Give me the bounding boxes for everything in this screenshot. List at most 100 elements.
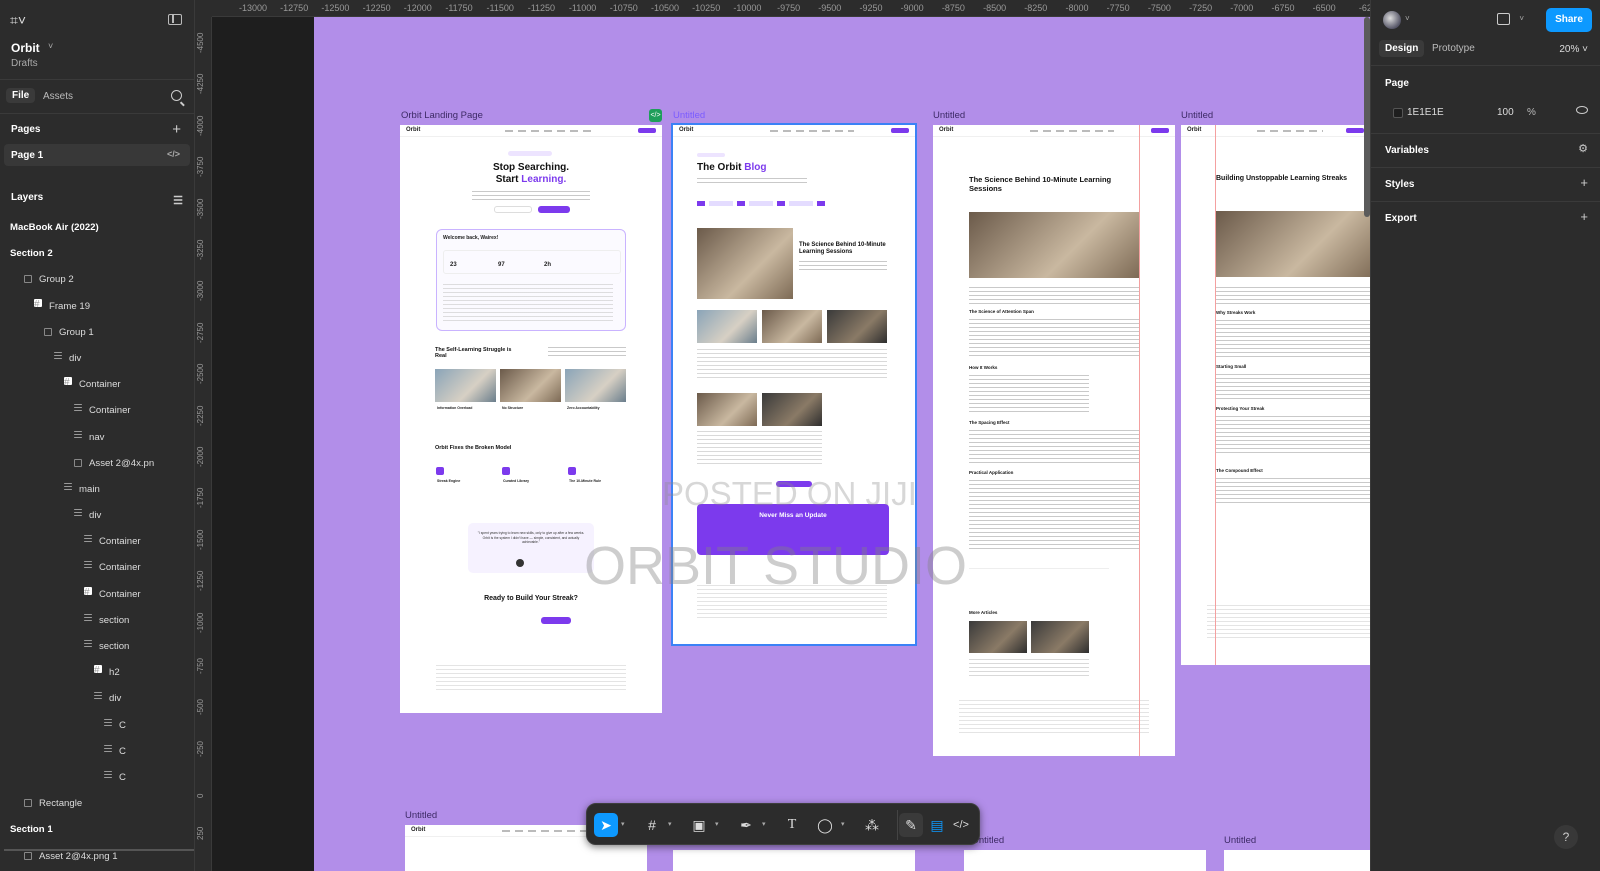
layer-item[interactable]: Asset 2@4x.pn	[0, 450, 194, 476]
bg-color-swatch[interactable]	[1393, 108, 1403, 118]
frame-label-landing[interactable]: Orbit Landing Page	[401, 110, 483, 121]
pen-tool-caret-icon[interactable]: ▾	[762, 820, 766, 828]
variables-section[interactable]: Variables ⚙	[1371, 134, 1600, 168]
layer-item[interactable]: # Container	[0, 581, 194, 607]
frame-blog[interactable]: Orbit The Orbit Blog The Science Behind …	[671, 123, 917, 646]
design-mode-icon[interactable]: ▤	[925, 813, 949, 837]
sidebar-toggle-icon[interactable]	[168, 14, 182, 25]
frame-bottom-2[interactable]	[673, 850, 915, 871]
layers-section-header: Layers ☰	[0, 188, 194, 214]
comment-tool-icon[interactable]: ◯	[813, 813, 837, 837]
layer-item[interactable]: MacBook Air (2022)	[0, 214, 194, 240]
present-icon[interactable]	[1497, 13, 1510, 25]
image-tool-caret-icon[interactable]: ▾	[715, 820, 719, 828]
share-button[interactable]: Share	[1546, 8, 1592, 32]
bg-color-hex[interactable]: 1E1E1E	[1407, 107, 1444, 118]
layer-item[interactable]: Group 1	[0, 319, 194, 345]
layer-item[interactable]: section	[0, 633, 194, 659]
variables-adjust-icon[interactable]: ⚙	[1578, 142, 1588, 155]
dev-mode-icon[interactable]: </>	[949, 813, 973, 837]
user-avatar[interactable]	[1383, 11, 1401, 29]
blog-title-text: The Orbit	[697, 162, 742, 173]
layer-item[interactable]: C	[0, 764, 194, 790]
move-tool-caret-icon[interactable]: ▾	[621, 820, 625, 828]
add-style-icon[interactable]: +	[1580, 175, 1588, 190]
dev-mode-badge-icon[interactable]: </>	[649, 109, 662, 122]
text-layer-icon	[74, 512, 82, 514]
image-tool-icon[interactable]: ▣	[687, 813, 711, 837]
bg-opacity[interactable]: 100	[1497, 107, 1514, 118]
frame-tool-icon[interactable]: #	[640, 813, 664, 837]
cta-title: Ready to Build Your Streak?	[484, 595, 578, 602]
visibility-eye-icon[interactable]	[1576, 106, 1588, 114]
layer-item[interactable]: Asset 2@4x.png 1	[0, 843, 194, 869]
move-tool-icon[interactable]: ➤	[594, 813, 618, 837]
layer-item[interactable]: Section 1	[0, 816, 194, 842]
layer-item[interactable]: # Frame 19	[0, 293, 194, 319]
more-articles-heading: More Articles	[969, 610, 998, 615]
layer-item[interactable]: Section 2	[0, 240, 194, 266]
tab-file[interactable]: File	[6, 88, 36, 103]
comment-tool-caret-icon[interactable]: ▾	[841, 820, 845, 828]
tab-assets[interactable]: Assets	[43, 91, 73, 102]
add-page-icon[interactable]: +	[172, 122, 181, 137]
project-location[interactable]: Drafts	[11, 58, 38, 69]
layer-item[interactable]: Container	[0, 528, 194, 554]
frame-orbit-landing-page[interactable]: Orbit Stop Searching. Start Learning. We…	[400, 125, 662, 713]
frame-layer-icon: #	[34, 298, 42, 307]
nav-logo: Orbit	[939, 127, 954, 133]
search-icon[interactable]	[171, 90, 182, 101]
layer-item[interactable]: Rectangle	[0, 790, 194, 816]
frame-bottom-4[interactable]	[1224, 850, 1370, 871]
layer-item[interactable]: Group 2	[0, 266, 194, 292]
layer-item[interactable]: main	[0, 476, 194, 502]
layer-item[interactable]: div	[0, 502, 194, 528]
frame-article-2[interactable]: Orbit Building Unstoppable Learning Stre…	[1181, 125, 1370, 665]
frame-tool-caret-icon[interactable]: ▾	[668, 820, 672, 828]
draw-mode-icon[interactable]: ✎	[899, 813, 923, 837]
zoom-level[interactable]: 20% ˅	[1559, 44, 1588, 55]
tab-design[interactable]: Design	[1379, 40, 1425, 57]
stat-value-3: 2h	[544, 262, 552, 268]
layer-item[interactable]: C	[0, 738, 194, 764]
layer-item[interactable]: # Container	[0, 371, 194, 397]
canvas[interactable]: Orbit Landing Page </> Untitled Untitled…	[212, 17, 1370, 871]
add-export-icon[interactable]: +	[1580, 209, 1588, 224]
nav-logo: Orbit	[1187, 127, 1202, 133]
layer-item[interactable]: Container	[0, 554, 194, 580]
pen-tool-icon[interactable]: ✒	[734, 813, 758, 837]
frame-label-article-1[interactable]: Untitled	[933, 110, 965, 121]
frame-article-1[interactable]: Orbit The Science Behind 10-Minute Learn…	[933, 125, 1175, 756]
layer-item[interactable]: Container	[0, 397, 194, 423]
main-menu-icon[interactable]: ⌗˅	[10, 12, 26, 29]
frame-label-article-2[interactable]: Untitled	[1181, 110, 1213, 121]
styles-section[interactable]: Styles +	[1371, 168, 1600, 202]
text-tool-icon[interactable]: T	[780, 813, 804, 837]
help-button[interactable]: ?	[1554, 825, 1578, 849]
ruler-top-tick: -11750	[445, 3, 473, 13]
layer-item[interactable]: C	[0, 712, 194, 738]
layers-list-icon[interactable]: ☰	[173, 194, 183, 207]
layer-item[interactable]: # h2	[0, 659, 194, 685]
article-title: Building Unstoppable Learning Streaks	[1216, 175, 1348, 182]
frame-bottom-3[interactable]	[964, 850, 1206, 871]
horizontal-scrollbar[interactable]	[4, 849, 194, 851]
frame-label-bottom-1[interactable]: Untitled	[405, 810, 437, 821]
tab-prototype[interactable]: Prototype	[1432, 43, 1475, 54]
present-chevron-icon[interactable]: ˅	[1519, 14, 1524, 23]
dashboard-stats: 23 97 2h	[443, 250, 621, 274]
layer-item[interactable]: nav	[0, 424, 194, 450]
newsletter-banner: Never Miss an Update	[697, 504, 889, 555]
frame-label-blog[interactable]: Untitled	[673, 110, 705, 121]
page-item-page-1[interactable]: Page 1 </>	[4, 144, 190, 166]
layer-item[interactable]: div	[0, 685, 194, 711]
layer-item[interactable]: section	[0, 607, 194, 633]
frame-label-bottom-3[interactable]: Untitled	[1224, 835, 1256, 846]
avatar-chevron-icon[interactable]: ˅	[1405, 14, 1410, 23]
export-section[interactable]: Export +	[1371, 202, 1600, 236]
project-chevron-icon[interactable]: ˅	[48, 41, 53, 51]
actions-tool-icon[interactable]: ⁂	[860, 813, 884, 837]
project-name[interactable]: Orbit	[11, 41, 40, 55]
layer-item[interactable]: div	[0, 345, 194, 371]
mini-nav: Orbit	[673, 125, 915, 137]
